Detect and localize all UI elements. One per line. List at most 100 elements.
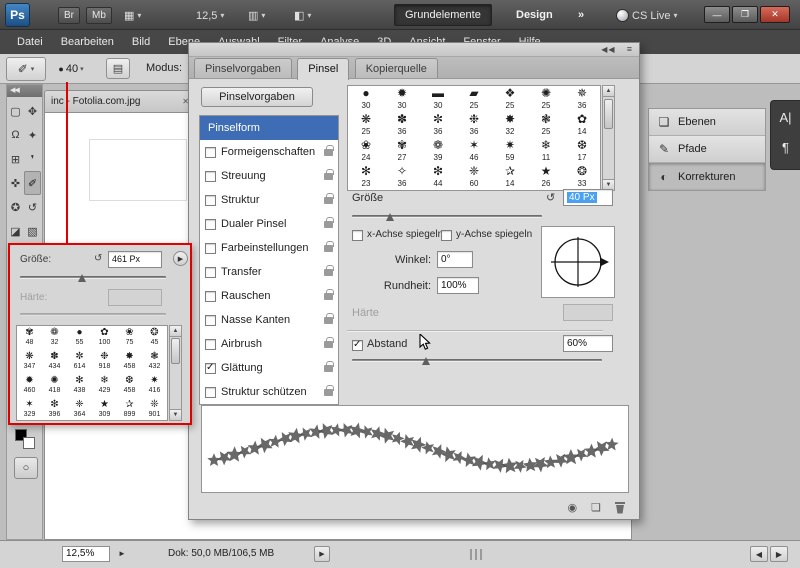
brush-section-farbeinstellungen[interactable]: Farbeinstellungen xyxy=(200,236,338,260)
brush-preset[interactable]: ❄ 11 xyxy=(528,138,564,164)
brush-preset[interactable]: ❁ 39 xyxy=(420,138,456,164)
mini-bridge-button[interactable]: Mb xyxy=(86,7,112,24)
tab-pinselvorgaben[interactable]: Pinselvorgaben xyxy=(194,58,292,78)
status-flyout-button[interactable]: ▶ xyxy=(314,546,330,562)
brush-preset[interactable]: ✰ 899 xyxy=(117,398,142,420)
brush-preset[interactable]: ❋ 25 xyxy=(348,112,384,138)
panel-button-ebenen[interactable]: ❏ Ebenen xyxy=(649,109,765,136)
lock-icon[interactable] xyxy=(324,312,334,324)
scrollbar-thumb[interactable] xyxy=(171,338,180,364)
toggle-brush-panel-button[interactable]: ▤ xyxy=(106,58,130,79)
view-extras-dropdown[interactable]: ▦ ▾ xyxy=(124,7,141,24)
eraser-tool[interactable]: ◪ xyxy=(7,219,24,243)
popup-size-slider-thumb[interactable] xyxy=(78,274,87,282)
brush-preset[interactable]: ❇ 396 xyxy=(42,398,67,420)
brush-preset[interactable]: ✼ 36 xyxy=(420,112,456,138)
panel-button-korrekturen[interactable]: ◐ Korrekturen xyxy=(649,163,765,190)
workspace-overflow-button[interactable]: » xyxy=(572,4,590,26)
lock-icon[interactable] xyxy=(324,360,334,372)
brush-preset[interactable]: ✰ 14 xyxy=(492,164,528,190)
angle-roundness-control[interactable] xyxy=(541,226,615,298)
brush-preset[interactable]: ✺ 418 xyxy=(42,374,67,398)
scroll-left-button[interactable]: ◀ xyxy=(750,546,768,562)
brush-preset[interactable]: ▬ 30 xyxy=(420,86,456,112)
character-panel-icon[interactable]: A| xyxy=(775,105,797,129)
brush-preset[interactable]: ❖ 25 xyxy=(492,86,528,112)
brush-preset[interactable]: ✧ 36 xyxy=(384,164,420,190)
brush-preset[interactable]: ✹ 30 xyxy=(384,86,420,112)
section-checkbox[interactable] xyxy=(205,386,216,398)
brush-preset[interactable]: ❇ 44 xyxy=(420,164,456,190)
rectangular-marquee-tool[interactable]: ▢ xyxy=(7,99,24,123)
brush-preset[interactable]: ● 55 xyxy=(67,326,92,350)
quick-selection-tool[interactable]: ✦ xyxy=(24,123,41,147)
brush-preset[interactable]: ❉ 36 xyxy=(456,112,492,138)
lock-icon[interactable] xyxy=(324,384,334,396)
brush-preset[interactable]: ✶ 329 xyxy=(17,398,42,420)
grid-scrollbar[interactable]: ▲ ▼ xyxy=(602,85,615,191)
tab-kopierquelle[interactable]: Kopierquelle xyxy=(354,58,438,78)
menu-bild[interactable]: Bild xyxy=(123,30,159,54)
flip-x-checkbox[interactable] xyxy=(352,230,363,241)
brush-section-transfer[interactable]: Transfer xyxy=(200,260,338,284)
brush-preset[interactable]: ✷ 416 xyxy=(142,374,167,398)
tab-pinsel[interactable]: Pinsel xyxy=(297,58,350,80)
arrange-documents-dropdown[interactable]: ▥ ▾ xyxy=(248,7,265,24)
brush-section-airbrush[interactable]: Airbrush xyxy=(200,332,338,356)
delete-brush-icon[interactable] xyxy=(615,501,625,514)
brush-preset[interactable]: ★ 309 xyxy=(92,398,117,420)
brush-preset[interactable]: ❄ 429 xyxy=(92,374,117,398)
brush-section-dualer-pinsel[interactable]: Dualer Pinsel xyxy=(200,212,338,236)
brush-section-glättung[interactable]: Glättung xyxy=(200,356,338,380)
brush-section-formeigenschaften[interactable]: Formeigenschaften xyxy=(200,140,338,164)
spacing-input[interactable]: 60% xyxy=(563,335,613,352)
brush-section-nasse-kanten[interactable]: Nasse Kanten xyxy=(200,308,338,332)
brush-preset[interactable]: ❂ 45 xyxy=(142,326,167,350)
brush-preset[interactable]: ❉ 918 xyxy=(92,350,117,374)
brush-preset[interactable]: ✿ 100 xyxy=(92,326,117,350)
section-checkbox[interactable] xyxy=(205,338,216,350)
scroll-right-button[interactable]: ▶ xyxy=(770,546,788,562)
toolbar-collapse-icon[interactable]: ◀◀ xyxy=(7,85,42,97)
size-input[interactable]: 40 Px xyxy=(563,189,613,206)
scrollbar-grip[interactable] xyxy=(470,549,482,560)
cs-live-dropdown[interactable]: CS Live ▾ xyxy=(616,7,678,24)
lock-icon[interactable] xyxy=(324,144,334,156)
workspace-button-grundelemente[interactable]: Grundelemente xyxy=(394,4,492,26)
preview-toggle-icon[interactable]: ◉ xyxy=(568,501,578,514)
bridge-button[interactable]: Br xyxy=(58,7,80,24)
brush-preset[interactable]: ❃ 432 xyxy=(142,350,167,374)
tool-preset-picker[interactable]: ✐ ▾ xyxy=(6,57,46,81)
brush-section-pinselform[interactable]: Pinselform xyxy=(200,116,338,140)
zoom-level-dropdown[interactable]: 12,5 ▾ xyxy=(196,7,224,24)
minimize-button[interactable]: — xyxy=(704,6,730,23)
brush-preset[interactable]: ✶ 46 xyxy=(456,138,492,164)
brush-preset[interactable]: ✾ 27 xyxy=(384,138,420,164)
brush-preset[interactable]: ❀ 24 xyxy=(348,138,384,164)
lock-icon[interactable] xyxy=(324,288,334,300)
section-checkbox[interactable] xyxy=(205,170,216,182)
scroll-up-icon[interactable]: ▲ xyxy=(603,86,614,97)
brush-preset[interactable]: ● 30 xyxy=(348,86,384,112)
clone-stamp-tool[interactable]: ✪ xyxy=(7,195,24,219)
restore-button[interactable]: ❐ xyxy=(732,6,758,23)
brush-section-streuung[interactable]: Streuung xyxy=(200,164,338,188)
brush-preset[interactable]: ✸ 458 xyxy=(117,350,142,374)
brush-preset[interactable]: ❊ 901 xyxy=(142,398,167,420)
brush-preset[interactable]: ✿ 14 xyxy=(564,112,600,138)
spacing-slider[interactable] xyxy=(352,357,602,365)
brush-preset[interactable]: ❈ 364 xyxy=(67,398,92,420)
popup-scrollbar[interactable]: ▲ ▼ xyxy=(169,325,182,421)
brush-preset[interactable]: ★ 26 xyxy=(528,164,564,190)
section-checkbox[interactable] xyxy=(205,146,216,158)
panel-menu-icon[interactable]: ≡ xyxy=(627,44,633,54)
reset-size-icon[interactable]: ↺ xyxy=(546,191,555,204)
spacing-checkbox[interactable] xyxy=(352,339,363,351)
lock-icon[interactable] xyxy=(324,168,334,180)
scroll-down-icon[interactable]: ▼ xyxy=(170,409,181,420)
new-brush-icon[interactable]: ❏ xyxy=(591,501,601,514)
brush-preset[interactable]: ❂ 33 xyxy=(564,164,600,190)
paragraph-panel-icon[interactable]: ¶ xyxy=(775,135,797,159)
brush-tool[interactable]: ✐ xyxy=(24,171,41,195)
reset-size-icon[interactable]: ↺ xyxy=(94,253,102,264)
